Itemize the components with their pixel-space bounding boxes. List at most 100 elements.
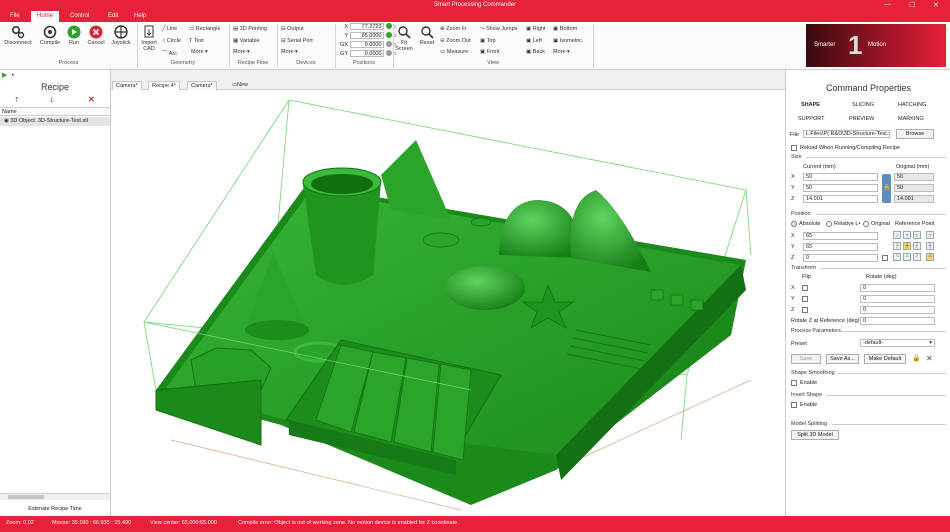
serial-port-button[interactable]: ⊟ Serial Port bbox=[281, 38, 313, 44]
preset-select[interactable]: -default- ▾ bbox=[860, 339, 935, 347]
top-view-button[interactable]: ▣ Top bbox=[480, 38, 496, 44]
ref-mid-left-button[interactable]: ├ bbox=[893, 242, 901, 250]
isometric-view-button[interactable]: ▣ Isometric bbox=[553, 38, 582, 44]
flip-x-checkbox[interactable] bbox=[802, 285, 808, 291]
view-more-button[interactable]: More ▾ bbox=[553, 49, 570, 55]
menu-home[interactable]: Home bbox=[31, 11, 60, 22]
ref-bottom-center-button[interactable]: ┴ bbox=[903, 253, 911, 261]
minimize-icon[interactable]: — bbox=[884, 1, 891, 8]
ref-top-right-button[interactable]: ┐ bbox=[913, 231, 921, 239]
maximize-icon[interactable]: ☐ bbox=[909, 1, 915, 9]
show-jumps-button[interactable]: ⤳ Show Jumps bbox=[480, 26, 517, 33]
arc-button[interactable]: ⌒ Arc bbox=[162, 49, 177, 57]
size-y-field[interactable]: 50 bbox=[803, 184, 878, 192]
recipe-flow-more-button[interactable]: More ▾ bbox=[233, 49, 250, 55]
menu-file[interactable]: File bbox=[10, 13, 20, 19]
ref-center-button[interactable]: ┼ bbox=[903, 242, 911, 250]
move-down-icon[interactable]: 🡓 bbox=[50, 96, 54, 107]
pos-y-field[interactable]: 65 bbox=[803, 243, 878, 251]
rectangle-button[interactable]: ▭ Rectangle bbox=[189, 26, 221, 32]
list-item[interactable]: ◉ 3D Object: 3D-Structure-Test.stl bbox=[0, 117, 110, 126]
reload-checkbox[interactable] bbox=[791, 145, 797, 151]
zoom-in-button[interactable]: ⊕ Zoom In bbox=[440, 26, 466, 32]
menu-control[interactable]: Control bbox=[70, 13, 89, 19]
rotate-z-field[interactable]: 0 bbox=[860, 306, 935, 314]
tab-new[interactable]: New bbox=[234, 81, 251, 90]
tab-hatching[interactable]: HATCHING bbox=[898, 102, 926, 108]
ref-top-left-button[interactable]: ┌ bbox=[893, 231, 901, 239]
relative-radio[interactable] bbox=[826, 221, 832, 227]
browse-button[interactable]: Browse bbox=[896, 129, 934, 139]
pos-z-field[interactable]: 0 bbox=[803, 254, 878, 262]
tab-preview[interactable]: PREVIEW bbox=[849, 116, 874, 122]
reset-button[interactable]: Reset bbox=[417, 25, 437, 46]
bottom-view-button[interactable]: ▣ Bottom bbox=[553, 26, 577, 32]
tab-slicing[interactable]: SLICING bbox=[852, 102, 874, 108]
save-as-button[interactable]: Save As... bbox=[826, 354, 859, 364]
flip-z-checkbox[interactable] bbox=[802, 307, 808, 313]
run-small-icon[interactable]: ▶ bbox=[2, 71, 7, 79]
lock-icon[interactable]: 🔒 bbox=[912, 354, 921, 362]
size-x-field[interactable]: 50 bbox=[803, 173, 878, 181]
compile-button[interactable]: Compile bbox=[38, 25, 62, 46]
cancel-button[interactable]: Cancel bbox=[85, 25, 107, 46]
pos-z-checkbox[interactable] bbox=[882, 255, 888, 261]
joystick-button[interactable]: Joystick bbox=[108, 25, 134, 46]
text-button[interactable]: T Text bbox=[189, 38, 204, 44]
horizontal-scrollbar[interactable] bbox=[0, 493, 110, 500]
scrollbar-thumb[interactable] bbox=[8, 495, 44, 499]
ref-z-top-button[interactable]: ┬ bbox=[926, 231, 934, 239]
tab-camera-1[interactable]: Camera* bbox=[112, 81, 142, 90]
tab-camera-2[interactable]: Camera* bbox=[187, 81, 217, 90]
estimate-recipe-time-button[interactable]: Estimate Recipe Time bbox=[0, 506, 110, 512]
ref-z-mid-button[interactable]: ┼ bbox=[926, 242, 934, 250]
ref-bottom-right-button[interactable]: ┘ bbox=[913, 253, 921, 261]
left-view-button[interactable]: ▣ Left bbox=[526, 38, 542, 44]
run-button[interactable]: Run bbox=[64, 25, 84, 46]
output-button[interactable]: ⊟ Output bbox=[281, 26, 304, 32]
measure-button[interactable]: ▭ Measure bbox=[440, 49, 468, 55]
line-button[interactable]: ╱ Line bbox=[162, 26, 177, 32]
front-view-button[interactable]: ▣ Front bbox=[480, 49, 500, 55]
rotate-z-ref-field[interactable]: 0 bbox=[860, 317, 935, 325]
close-icon[interactable]: ✕ bbox=[933, 1, 939, 9]
3d-printing-button[interactable]: ▤ 3D Printing bbox=[233, 26, 267, 32]
geometry-more-button[interactable]: More ▾ bbox=[191, 49, 208, 55]
3d-model-canvas[interactable] bbox=[111, 90, 785, 516]
original-radio[interactable] bbox=[863, 221, 869, 227]
zoom-out-button[interactable]: ⊖ Zoom Out bbox=[440, 38, 471, 44]
make-default-button[interactable]: Make Default bbox=[864, 354, 906, 364]
save-button[interactable]: Save bbox=[791, 354, 821, 364]
absolute-radio[interactable] bbox=[791, 221, 797, 227]
disconnect-button[interactable]: Disconnect bbox=[4, 25, 32, 46]
ref-z-bottom-button[interactable]: ┴ bbox=[926, 253, 934, 261]
tab-support[interactable]: SUPPORT bbox=[798, 116, 825, 122]
invert-enable-checkbox[interactable] bbox=[791, 402, 797, 408]
tab-shape[interactable]: SHAPE bbox=[801, 102, 820, 108]
file-path-field[interactable]: L Files\P( R&D\3D-Structure-Test.st bbox=[803, 130, 890, 138]
3d-viewport[interactable] bbox=[111, 90, 785, 516]
menu-help[interactable]: Help bbox=[134, 13, 146, 19]
devices-more-button[interactable]: More ▾ bbox=[281, 49, 298, 55]
menu-edit[interactable]: Edit bbox=[108, 13, 118, 19]
import-cad-button[interactable]: Import CAD bbox=[139, 25, 159, 52]
back-view-button[interactable]: ▣ Back bbox=[526, 49, 545, 55]
split-3d-model-button[interactable]: Split 3D Model bbox=[791, 430, 839, 440]
fit-screen-button[interactable]: Fit Screen bbox=[394, 25, 414, 52]
tab-recipe-4[interactable]: Recipe 4* bbox=[148, 81, 180, 90]
delete-preset-icon[interactable]: ✕ bbox=[926, 354, 933, 363]
right-view-button[interactable]: ▣ Right bbox=[526, 26, 546, 32]
ref-bottom-left-button[interactable]: └ bbox=[893, 253, 901, 261]
variable-button[interactable]: ▦ Variable bbox=[233, 38, 260, 44]
pos-x-field[interactable]: 65 bbox=[803, 232, 878, 240]
flip-y-checkbox[interactable] bbox=[802, 296, 808, 302]
ref-top-center-button[interactable]: ┬ bbox=[903, 231, 911, 239]
ref-mid-right-button[interactable]: ┤ bbox=[913, 242, 921, 250]
lock-aspect-toggle[interactable]: 🔒 bbox=[882, 174, 891, 203]
rotate-x-field[interactable]: 0 bbox=[860, 284, 935, 292]
rotate-y-field[interactable]: 0 bbox=[860, 295, 935, 303]
tab-marking[interactable]: MARKING bbox=[898, 116, 924, 122]
size-z-field[interactable]: 14.001 bbox=[803, 195, 878, 203]
circle-button[interactable]: ○ Circle bbox=[162, 38, 181, 44]
smoothing-enable-checkbox[interactable] bbox=[791, 380, 797, 386]
